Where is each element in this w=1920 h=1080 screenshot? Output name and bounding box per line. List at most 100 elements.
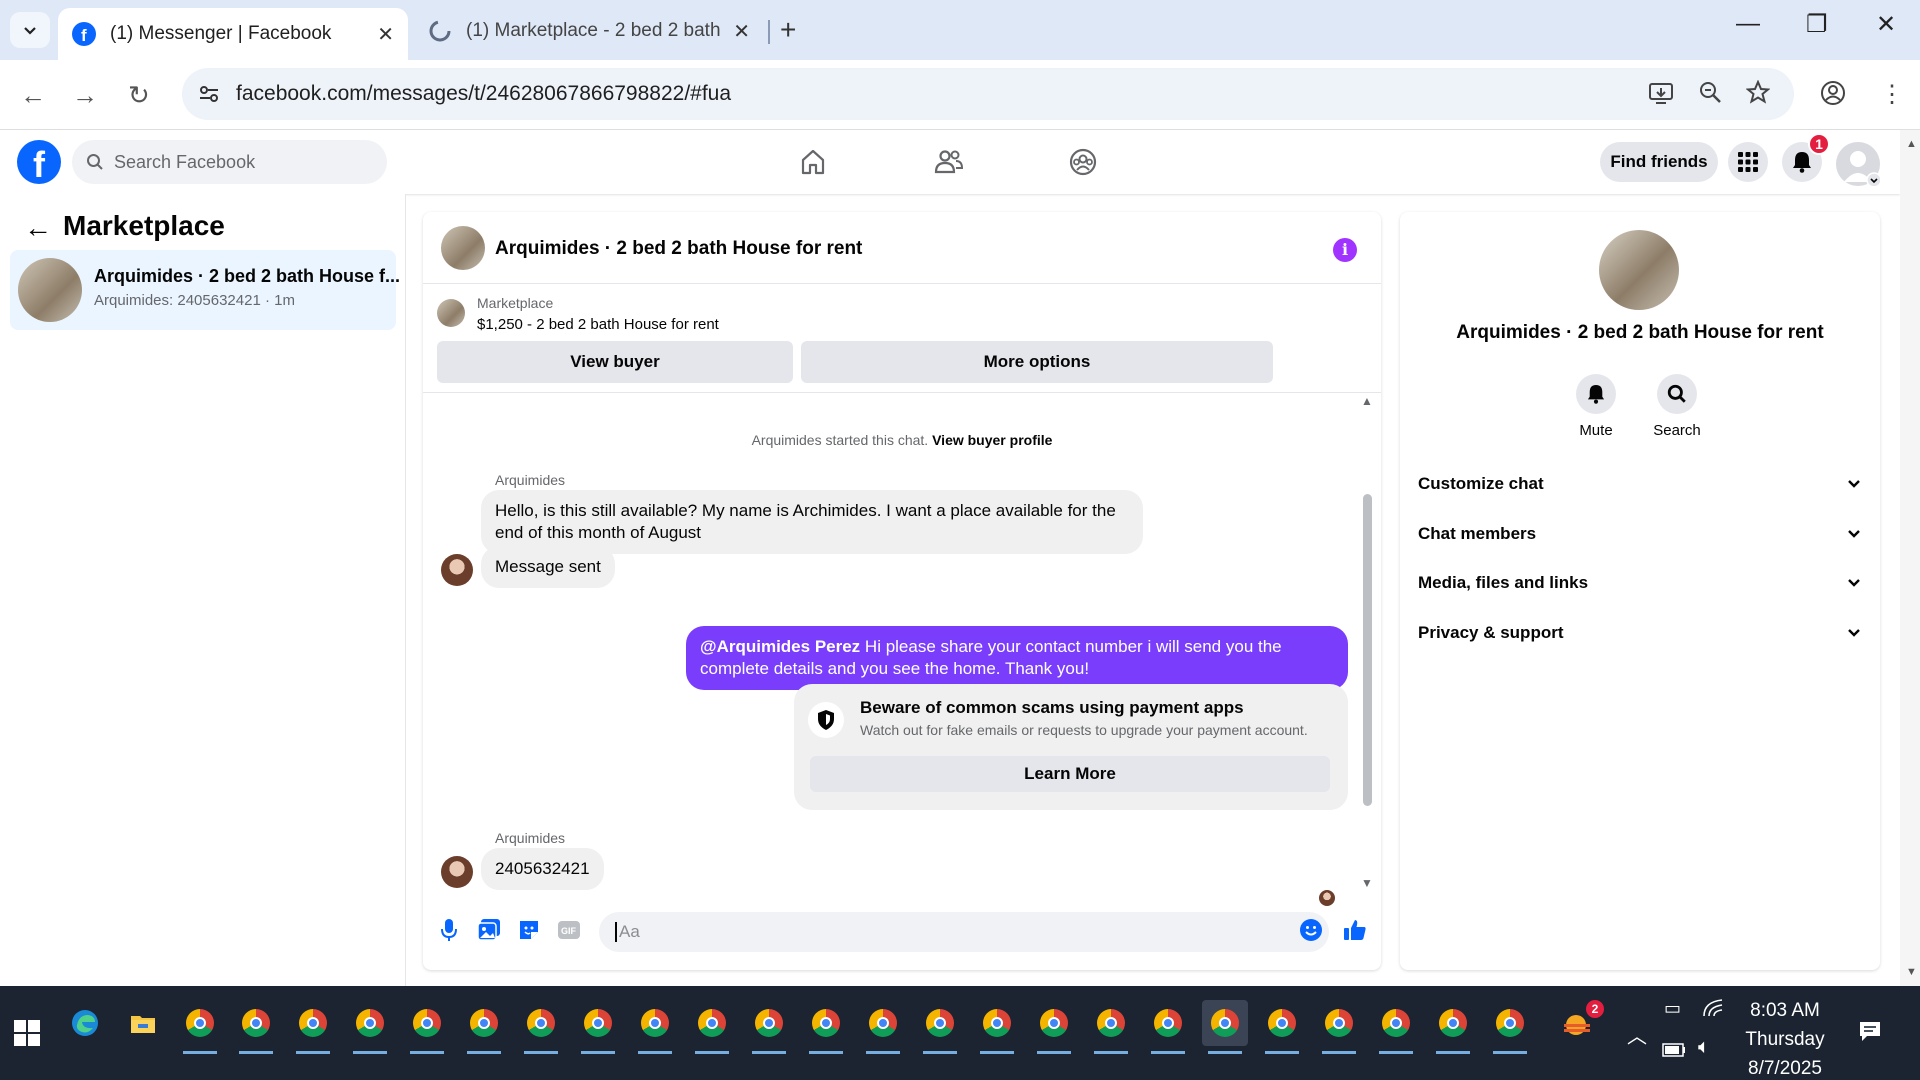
scroll-up-icon[interactable]: ▲: [1361, 394, 1373, 408]
minimize-button[interactable]: —: [1736, 10, 1760, 38]
zoom-icon[interactable]: [1698, 80, 1722, 104]
edge-taskbar-icon[interactable]: [62, 1000, 108, 1046]
profile-icon[interactable]: [1820, 80, 1846, 106]
microphone-icon[interactable]: [437, 918, 461, 942]
show-hidden-icons-chevron-icon[interactable]: ︿: [1627, 1020, 1647, 1049]
scroll-down-icon[interactable]: ▼: [1361, 876, 1373, 890]
page-scrollbar[interactable]: ▲ ▼: [1900, 130, 1920, 986]
tab-marketplace[interactable]: (1) Marketplace - 2 bed 2 bath H ✕: [414, 8, 764, 54]
chrome-taskbar-icon-active[interactable]: [1202, 1000, 1248, 1054]
browser-toolbar: ← → ↻ facebook.com/messages/t/2462806786…: [0, 60, 1920, 130]
message-input[interactable]: Aa: [599, 912, 1329, 952]
chrome-taskbar-icon[interactable]: [233, 1000, 279, 1054]
volume-icon[interactable]: 🔈︎: [1698, 1036, 1710, 1059]
info-icon[interactable]: i: [1333, 238, 1357, 262]
chat-members-section[interactable]: Chat members: [1418, 514, 1862, 554]
account-avatar-button[interactable]: [1836, 142, 1882, 188]
site-settings-icon[interactable]: [198, 83, 220, 105]
browser-menu-icon[interactable]: ⋮: [1880, 80, 1904, 109]
bookmark-star-icon[interactable]: [1746, 80, 1770, 104]
chrome-taskbar-icon[interactable]: [177, 1000, 223, 1054]
customize-chat-section[interactable]: Customize chat: [1418, 464, 1862, 504]
search-conversation-button[interactable]: Search: [1645, 374, 1709, 439]
chrome-taskbar-icon[interactable]: [518, 1000, 564, 1054]
chrome-taskbar-icon[interactable]: [1430, 1000, 1476, 1054]
scroll-thumb[interactable]: [1363, 494, 1372, 806]
like-thumbs-up-icon[interactable]: [1343, 918, 1367, 942]
back-icon[interactable]: ←: [20, 80, 46, 111]
emoji-icon[interactable]: [1299, 918, 1323, 942]
facebook-logo[interactable]: f: [17, 140, 61, 185]
chrome-taskbar-icon[interactable]: [461, 1000, 507, 1054]
chrome-taskbar-icon[interactable]: [404, 1000, 450, 1054]
restore-button[interactable]: ❐: [1806, 10, 1828, 39]
wifi-icon[interactable]: [1702, 998, 1724, 1024]
gif-icon[interactable]: GIF: [557, 918, 581, 942]
chrome-taskbar-icon[interactable]: [860, 1000, 906, 1054]
media-files-links-section[interactable]: Media, files and links: [1418, 563, 1862, 603]
chrome-taskbar-icon[interactable]: [917, 1000, 963, 1054]
windows-start-icon[interactable]: [14, 1020, 40, 1046]
close-window-button[interactable]: ✕: [1876, 10, 1896, 39]
learn-more-button[interactable]: Learn More: [810, 756, 1330, 792]
facebook-search-input[interactable]: Search Facebook: [72, 140, 387, 184]
chat-scrollbar[interactable]: ▲ ▼: [1359, 394, 1375, 894]
chrome-taskbar-icon[interactable]: [575, 1000, 621, 1054]
taskbar-clock[interactable]: 8:03 AM Thursday 8/7/2025: [1740, 996, 1830, 1080]
privacy-support-section[interactable]: Privacy & support: [1418, 613, 1862, 653]
notification-center-icon[interactable]: [1858, 1020, 1882, 1048]
reload-icon[interactable]: ↻: [128, 80, 150, 111]
menu-button[interactable]: [1728, 142, 1768, 182]
chrome-taskbar-icon[interactable]: [746, 1000, 792, 1054]
chrome-taskbar-icon[interactable]: [290, 1000, 336, 1054]
chrome-taskbar-icon[interactable]: [689, 1000, 735, 1054]
chrome-taskbar-icon[interactable]: [1373, 1000, 1419, 1054]
chrome-taskbar-icon[interactable]: [1145, 1000, 1191, 1054]
listing-avatar[interactable]: [1599, 230, 1679, 310]
back-arrow-icon[interactable]: ←: [24, 212, 52, 244]
close-tab-icon[interactable]: ✕: [733, 19, 750, 44]
address-bar[interactable]: facebook.com/messages/t/2462806786679882…: [182, 68, 1794, 120]
chrome-taskbar-icon[interactable]: [1316, 1000, 1362, 1054]
sticker-icon[interactable]: [517, 918, 541, 942]
weather-widget-icon[interactable]: 2: [1556, 1000, 1604, 1046]
chat-title[interactable]: Arquimides · 2 bed 2 bath House for rent: [495, 238, 862, 260]
chrome-taskbar-icon[interactable]: [632, 1000, 678, 1054]
sender-avatar[interactable]: [441, 554, 473, 586]
friends-nav-button[interactable]: [929, 144, 969, 180]
forward-icon[interactable]: →: [72, 80, 98, 111]
file-explorer-icon[interactable]: [120, 1000, 166, 1046]
photo-icon[interactable]: [477, 918, 501, 942]
tab-search-button[interactable]: [10, 12, 50, 48]
tab-messenger[interactable]: f (1) Messenger | Facebook ✕: [58, 8, 408, 60]
install-app-icon[interactable]: [1648, 80, 1674, 106]
chrome-taskbar-icon[interactable]: [347, 1000, 393, 1054]
marketplace-chats-pane: ← Marketplace Arquimides · 2 bed 2 bath …: [0, 194, 406, 986]
close-tab-icon[interactable]: ✕: [377, 22, 394, 47]
chrome-taskbar-icon[interactable]: [1031, 1000, 1077, 1054]
groups-nav-button[interactable]: [1063, 144, 1103, 180]
scroll-down-icon[interactable]: ▼: [1906, 966, 1917, 978]
message-composer: GIF Aa: [423, 902, 1381, 962]
more-options-button[interactable]: More options: [801, 341, 1273, 383]
new-tab-button[interactable]: +: [780, 14, 796, 46]
view-buyer-button[interactable]: View buyer: [437, 341, 793, 383]
sender-avatar[interactable]: [441, 856, 473, 888]
mute-button[interactable]: Mute: [1564, 374, 1628, 439]
conversation-item[interactable]: Arquimides · 2 bed 2 bath House f... Arq…: [10, 250, 400, 330]
view-buyer-profile-link[interactable]: View buyer profile: [932, 432, 1052, 448]
battery-icon[interactable]: [1662, 1040, 1686, 1063]
chrome-taskbar-icon[interactable]: [974, 1000, 1020, 1054]
listing-avatar[interactable]: [441, 226, 485, 270]
tab-separator: [768, 20, 770, 44]
chrome-taskbar-icon[interactable]: [1259, 1000, 1305, 1054]
chrome-taskbar-icon[interactable]: [1088, 1000, 1134, 1054]
listing-title[interactable]: $1,250 - 2 bed 2 bath House for rent: [477, 316, 719, 333]
meet-now-icon[interactable]: ▭: [1664, 998, 1681, 1019]
find-friends-button[interactable]: Find friends: [1600, 142, 1718, 182]
mention-tag[interactable]: @Arquimides Perez: [700, 637, 860, 656]
home-nav-button[interactable]: [793, 144, 833, 180]
chrome-taskbar-icon[interactable]: [803, 1000, 849, 1054]
chrome-taskbar-icon[interactable]: [1487, 1000, 1533, 1054]
scroll-up-icon[interactable]: ▲: [1906, 138, 1917, 150]
